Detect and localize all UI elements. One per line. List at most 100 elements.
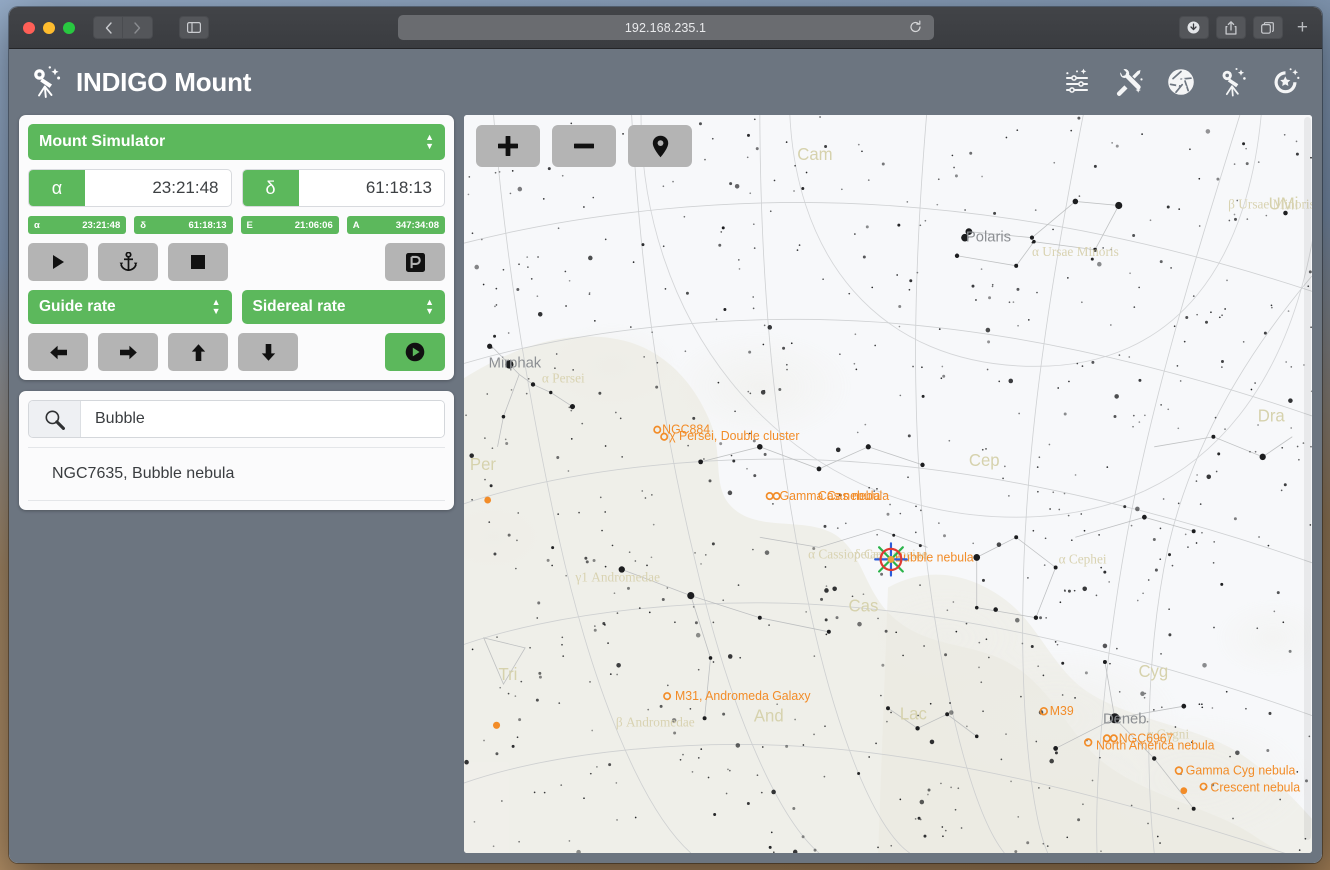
app-body: Mount Simulator ▲ ▼ α 23:21:48 δ 61:18:13: [9, 115, 1322, 863]
move-west-button[interactable]: [28, 333, 88, 371]
constellation-label-cas: Cas: [849, 597, 879, 616]
move-button-row: [28, 333, 445, 371]
location-button[interactable]: [628, 125, 692, 167]
abort-button[interactable]: [168, 243, 228, 281]
badge-elevation-label: E: [246, 219, 253, 231]
sidebar: Mount Simulator ▲ ▼ α 23:21:48 δ 61:18:13: [19, 115, 454, 853]
badge-dec-value: 61:18:13: [188, 219, 227, 231]
goto-button[interactable]: [28, 243, 88, 281]
dso-label-crescent-neb: Crescent nebula: [1210, 781, 1300, 795]
dec-value[interactable]: 61:18:13: [299, 170, 445, 206]
page-title: INDIGO Mount: [76, 66, 252, 97]
back-button[interactable]: [93, 16, 123, 39]
guide-rate-label: Guide rate: [39, 298, 116, 315]
park-button[interactable]: [385, 243, 445, 281]
search-icon[interactable]: [29, 401, 81, 437]
constellation-label-tri: Tri: [499, 665, 518, 684]
badge-ra-value: 23:21:48: [82, 219, 121, 231]
constellation-label-and: And: [754, 706, 784, 725]
chevron-updown-icon: ▲ ▼: [425, 131, 434, 151]
navigation-buttons: [93, 16, 153, 39]
minimize-window-button[interactable]: [43, 21, 55, 34]
right-ascension-field[interactable]: α 23:21:48: [28, 169, 232, 207]
telescope-icon[interactable]: [1218, 67, 1248, 97]
aperture-icon[interactable]: [1166, 67, 1196, 97]
app-header: INDIGO Mount: [9, 49, 1322, 115]
downloads-button[interactable]: [1178, 16, 1209, 39]
reload-icon[interactable]: [909, 20, 922, 35]
badge-azimuth-value: 347:34:08: [395, 219, 439, 231]
sliders-icon[interactable]: [1062, 67, 1092, 97]
browser-window: 192.168.235.1 + INDIGO Mount Mount Simul…: [9, 7, 1322, 863]
zoom-out-button[interactable]: [552, 125, 616, 167]
sky-chart-controls: [476, 125, 692, 167]
tracking-toggle[interactable]: [385, 333, 445, 371]
forward-button[interactable]: [123, 16, 153, 39]
tracking-rate-label: Sidereal rate: [252, 298, 346, 315]
chevron-updown-icon: ▲ ▼: [425, 296, 434, 316]
share-button[interactable]: [1215, 16, 1246, 39]
badge-ra-label: α: [34, 219, 40, 231]
device-select[interactable]: Mount Simulator ▲ ▼: [28, 124, 445, 160]
badge-dec-label: δ: [140, 219, 147, 231]
move-south-button[interactable]: [238, 333, 298, 371]
coordinate-inputs: α 23:21:48 δ 61:18:13: [28, 169, 445, 207]
sky-chart[interactable]: Cam UMi Dra Cep Cas Cyg And Lac Tri Per …: [464, 115, 1312, 853]
constellation-label-cyg: Cyg: [1138, 662, 1168, 681]
home-button[interactable]: [98, 243, 158, 281]
badge-azimuth-label: A: [352, 219, 360, 231]
rate-select-row: Guide rate ▲ ▼ Sidereal rate ▲ ▼: [28, 290, 445, 324]
tab-overview-button[interactable]: [1252, 16, 1283, 39]
star-label-alpha-per: α Persei: [542, 370, 585, 385]
browser-titlebar: 192.168.235.1 +: [9, 7, 1322, 49]
dso-label-m31: M31, Andromeda Galaxy: [675, 689, 811, 703]
search-input[interactable]: [81, 401, 444, 437]
tracking-rate-select[interactable]: Sidereal rate ▲ ▼: [241, 290, 445, 324]
badge-elevation-value: 21:06:06: [294, 219, 333, 231]
ra-value[interactable]: 23:21:48: [85, 170, 231, 206]
star-label-alpha-cep: α Cephei: [1059, 551, 1107, 566]
guide-rate-select[interactable]: Guide rate ▲ ▼: [28, 290, 232, 324]
dso-label-gamma-cyg-neb: Gamma Cyg nebula: [1186, 763, 1296, 777]
dec-symbol: δ: [242, 170, 299, 206]
constellation-label-lac: Lac: [900, 704, 927, 723]
star-label-polaris: Polaris: [966, 229, 1011, 246]
constellation-label-per: Per: [470, 455, 496, 474]
window-traffic-lights: [17, 21, 75, 34]
guider-icon[interactable]: [1270, 67, 1300, 97]
indigo-mount-app: INDIGO Mount Mount Simulator ▲ ▼ α 23:21…: [9, 49, 1322, 863]
sidebar-toggle-button[interactable]: [179, 16, 209, 39]
search-box[interactable]: [28, 400, 445, 438]
move-north-button[interactable]: [168, 333, 228, 371]
tools-icon[interactable]: [1114, 67, 1144, 97]
search-result-ngc7635[interactable]: NGC7635, Bubble nebula: [28, 447, 445, 501]
zoom-in-button[interactable]: [476, 125, 540, 167]
url-text: 192.168.235.1: [624, 20, 707, 35]
maximize-window-button[interactable]: [63, 21, 75, 34]
object-search-panel: NGC7635, Bubble nebula: [19, 391, 454, 510]
action-button-row: [28, 243, 445, 281]
move-east-button[interactable]: [98, 333, 158, 371]
star-label-beta-and: β Andromedae: [616, 714, 695, 729]
dso-label-bubble-nebula: Bubble nebula: [895, 550, 974, 564]
dso-label-chi-persei: χ Persei, Double cluster: [669, 429, 799, 443]
constellation-label-cep: Cep: [969, 451, 1000, 470]
dso-label-north-america: North America nebula: [1096, 738, 1215, 752]
browser-toolbar-right: +: [1172, 16, 1314, 39]
badge-dec: δ 61:18:13: [134, 216, 233, 234]
telescope-icon: [29, 65, 63, 99]
constellation-label-cam: Cam: [797, 145, 832, 164]
header-icon-bar: [1062, 67, 1300, 97]
badge-ra: α 23:21:48: [28, 216, 127, 234]
declination-field[interactable]: δ 61:18:13: [241, 169, 445, 207]
mount-control-panel: Mount Simulator ▲ ▼ α 23:21:48 δ 61:18:13: [19, 115, 454, 380]
dso-label-m39: M39: [1050, 704, 1074, 718]
close-window-button[interactable]: [23, 21, 35, 34]
sky-chart-canvas[interactable]: Cam UMi Dra Cep Cas Cyg And Lac Tri Per …: [464, 115, 1312, 853]
url-bar[interactable]: 192.168.235.1: [397, 15, 934, 40]
sky-chart-scrollbar[interactable]: [1304, 117, 1311, 841]
ra-symbol: α: [29, 170, 85, 206]
constellation-label-dra: Dra: [1258, 407, 1286, 426]
new-tab-button[interactable]: +: [1297, 18, 1308, 37]
star-label-deneb: Deneb: [1103, 710, 1147, 727]
